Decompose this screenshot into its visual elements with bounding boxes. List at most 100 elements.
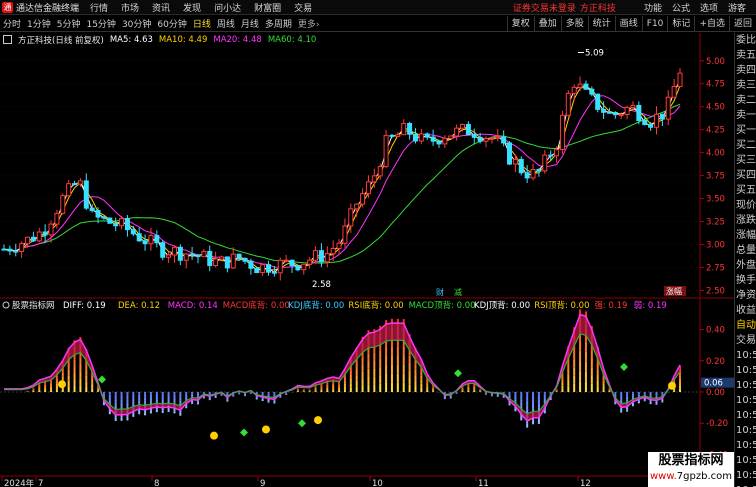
menu-item-trade[interactable]: 交易 bbox=[294, 1, 312, 14]
menu-formula[interactable]: 公式 bbox=[672, 1, 690, 14]
event-gain: 涨幅 bbox=[666, 286, 682, 296]
kline-chart[interactable]: 5.00 4.75 4.50 4.25 4.00 3.75 3.50 3.25 3.00 2.75… bbox=[0, 33, 734, 487]
sub-tick-label: 0.40 bbox=[706, 326, 725, 336]
tool-multi-stock[interactable]: 多股 bbox=[560, 16, 588, 32]
tool-add-watchlist[interactable]: +自选 bbox=[694, 16, 729, 32]
menu-item-ask[interactable]: 问小达 bbox=[214, 1, 241, 14]
quote-sidebar: 委比 卖五 卖四 卖三 卖二 卖一 买一 买二 买三 买四 买五 现价 涨跌 涨幅 总量 外盘 换手 净资 收益 自动… bbox=[734, 33, 756, 487]
period-weekly[interactable]: 周线 bbox=[214, 17, 238, 30]
sidebar-row[interactable]: 买一 bbox=[735, 123, 756, 138]
period-60min[interactable]: 60分钟 bbox=[154, 17, 189, 30]
sidebar-row[interactable]: 10:50 bbox=[735, 378, 756, 393]
price-tick-label: 4.25 bbox=[706, 126, 725, 136]
candle-body bbox=[130, 229, 136, 235]
sidebar-row[interactable]: 收益 bbox=[735, 303, 756, 318]
date-axis: 2024年 7 8 9 10 11 12 bbox=[1, 476, 591, 487]
sidebar-row[interactable]: 10:50 bbox=[735, 438, 756, 453]
candle-body bbox=[407, 122, 413, 135]
candle-body bbox=[577, 83, 583, 88]
candle-body bbox=[659, 113, 665, 120]
candle-body bbox=[454, 127, 460, 137]
sidebar-row[interactable]: 卖二 bbox=[735, 93, 756, 108]
sidebar-row[interactable]: 10:50 bbox=[735, 393, 756, 408]
smiley-marker bbox=[314, 416, 322, 425]
period-daily[interactable]: 日线 bbox=[190, 17, 214, 30]
candle-body bbox=[483, 137, 489, 142]
sidebar-row[interactable]: 卖四 bbox=[735, 63, 756, 78]
sidebar-row[interactable]: 现价 bbox=[735, 198, 756, 213]
indicator-value: MACD顶背: 0.00 bbox=[409, 300, 476, 311]
menu-item-news[interactable]: 资讯 bbox=[152, 1, 170, 14]
sidebar-row[interactable]: 涨幅 bbox=[735, 228, 756, 243]
tool-f10[interactable]: F10 bbox=[641, 16, 668, 32]
sidebar-row[interactable]: 自动 bbox=[735, 318, 756, 333]
period-15min[interactable]: 15分钟 bbox=[83, 17, 118, 30]
candle-body bbox=[530, 168, 536, 179]
candle-body bbox=[330, 247, 336, 255]
tool-stats[interactable]: 统计 bbox=[587, 16, 615, 32]
menu-options[interactable]: 选项 bbox=[700, 1, 718, 14]
period-1min[interactable]: 1分钟 bbox=[24, 17, 54, 30]
candle-body bbox=[25, 236, 31, 245]
menu-functions[interactable]: 功能 bbox=[644, 1, 662, 14]
sidebar-row[interactable]: 涨跌 bbox=[735, 213, 756, 228]
candle-body bbox=[124, 218, 130, 231]
sidebar-row[interactable]: 外盘 bbox=[735, 258, 756, 273]
menu-item-market[interactable]: 市场 bbox=[121, 1, 139, 14]
sidebar-row[interactable]: 换手 bbox=[735, 273, 756, 288]
period-tick[interactable]: 分时 bbox=[0, 17, 24, 30]
sidebar-row[interactable]: 买四 bbox=[735, 168, 756, 183]
candle-body bbox=[160, 242, 166, 258]
tool-mark[interactable]: 标记 bbox=[667, 16, 694, 32]
sidebar-row[interactable]: 卖三 bbox=[735, 78, 756, 93]
menu-item-discover[interactable]: 发现 bbox=[183, 1, 201, 14]
sidebar-row[interactable]: 卖五 bbox=[735, 48, 756, 63]
period-monthly[interactable]: 月线 bbox=[238, 17, 262, 30]
sidebar-row[interactable]: 10:50 bbox=[735, 363, 756, 378]
date-tick-label: 2024年 bbox=[4, 478, 35, 487]
price-tick-label: 3.00 bbox=[706, 240, 725, 250]
sidebar-row[interactable]: 卖一 bbox=[735, 108, 756, 123]
sidebar-row[interactable]: 总量 bbox=[735, 243, 756, 258]
app-logo-icon: 通 bbox=[2, 1, 13, 13]
menu-item-wealth[interactable]: 财富圈 bbox=[254, 1, 281, 14]
sidebar-row[interactable]: 买五 bbox=[735, 183, 756, 198]
candle-body bbox=[548, 154, 554, 157]
tool-back[interactable]: 返回 bbox=[728, 16, 756, 32]
sidebar-row[interactable]: 买二 bbox=[735, 138, 756, 153]
period-5min[interactable]: 5分钟 bbox=[54, 17, 84, 30]
menu-item-quotes[interactable]: 行情 bbox=[90, 1, 108, 14]
candle-body bbox=[389, 134, 395, 137]
sidebar-row[interactable]: 10:50 bbox=[735, 348, 756, 363]
candle-body bbox=[13, 250, 19, 253]
login-notice[interactable]: 证券交易未登录 bbox=[513, 1, 576, 14]
sidebar-row[interactable]: 10:50 bbox=[735, 483, 756, 487]
candle-body bbox=[348, 208, 354, 227]
sidebar-row[interactable]: 交易 bbox=[735, 333, 756, 348]
candle-body bbox=[430, 136, 436, 142]
broker-name: 方正科技 bbox=[579, 3, 616, 14]
candle-body bbox=[401, 122, 407, 136]
diamond-marker bbox=[620, 363, 628, 372]
candle-body bbox=[195, 254, 201, 258]
sidebar-row[interactable]: 10:50 bbox=[735, 423, 756, 438]
sidebar-row[interactable]: 委比 bbox=[735, 33, 756, 48]
period-multi[interactable]: 多周期 bbox=[262, 17, 295, 30]
candle-body bbox=[42, 231, 48, 236]
candle-body bbox=[1, 248, 7, 251]
tool-overlay[interactable]: 叠加 bbox=[533, 16, 561, 32]
sidebar-row[interactable]: 净资 bbox=[735, 288, 756, 303]
sidebar-row[interactable]: 10:50 bbox=[735, 408, 756, 423]
sidebar-row[interactable]: 10:50 bbox=[735, 468, 756, 483]
candle-body bbox=[542, 154, 548, 172]
candle-body bbox=[395, 134, 401, 137]
period-30min[interactable]: 30分钟 bbox=[119, 17, 154, 30]
tool-draw[interactable]: 画线 bbox=[614, 16, 642, 32]
candle-body bbox=[36, 231, 42, 242]
sidebar-row[interactable]: 10:50 bbox=[735, 453, 756, 468]
period-more[interactable]: 更多› bbox=[295, 17, 323, 30]
candle-body bbox=[589, 88, 595, 95]
sidebar-row[interactable]: 买三 bbox=[735, 153, 756, 168]
tool-adjust[interactable]: 复权 bbox=[506, 16, 534, 32]
menu-guest[interactable]: 游客 bbox=[728, 1, 746, 14]
